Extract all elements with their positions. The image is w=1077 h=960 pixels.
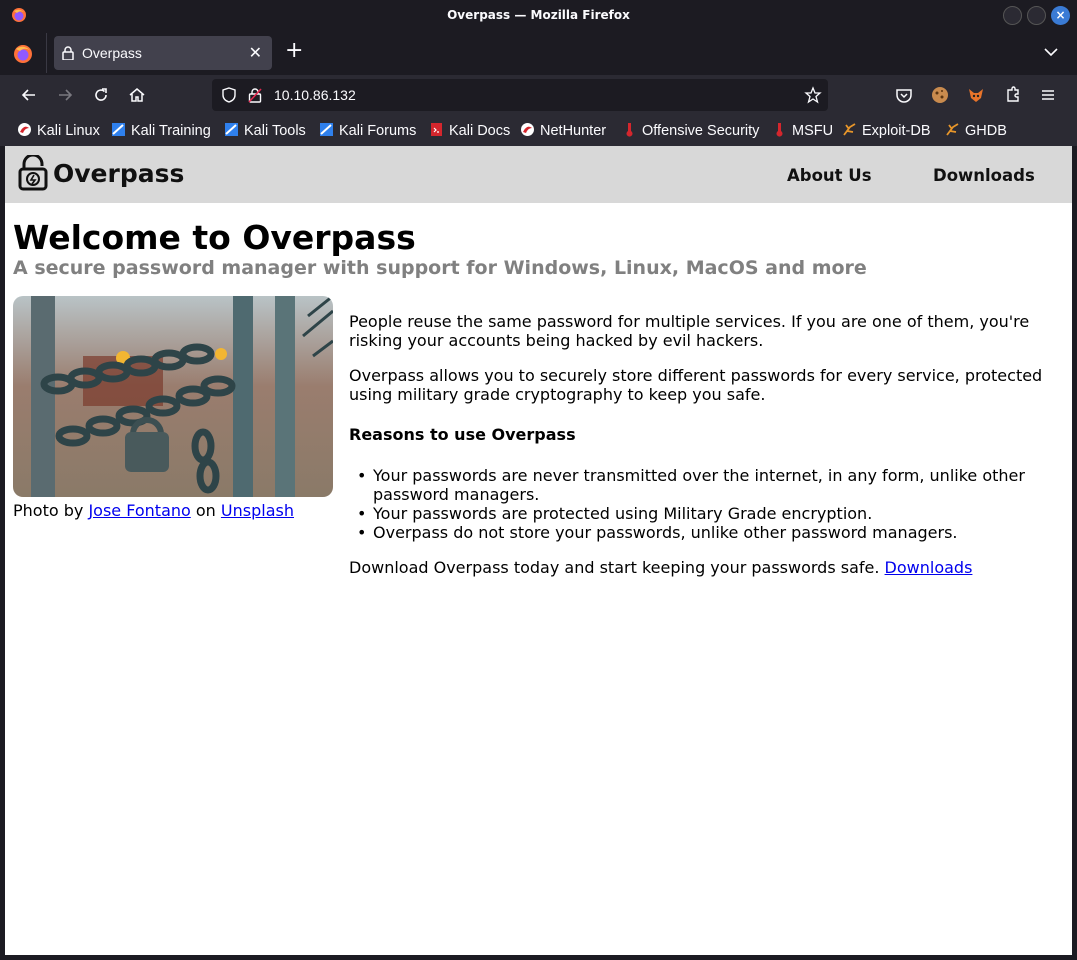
site-brand[interactable]: Overpass [53,159,184,188]
bookmark-exploit-db[interactable]: Exploit-DB [842,122,931,140]
bookmark-label: NetHunter [540,123,607,139]
back-icon[interactable] [19,85,39,105]
bookmark-label: Offensive Security [642,123,760,139]
bookmark-label: Exploit-DB [862,123,931,139]
window-titlebar: Overpass — Mozilla Firefox × [0,0,1077,31]
tab-separator [46,33,47,73]
close-tab-icon[interactable]: ✕ [249,43,262,62]
lock-icon [62,46,74,60]
bookmark-kali-training[interactable]: Kali Training [111,122,211,140]
kali-forums-icon [320,123,333,136]
exploit-db-icon [843,123,856,136]
kali-training-icon [112,123,125,136]
pocket-icon[interactable] [894,85,914,105]
list-item: Your passwords are protected using Milit… [349,504,1059,523]
bookmark-label: Kali Forums [339,123,417,139]
reasons-heading: Reasons to use Overpass [349,425,576,444]
bookmark-nethunter[interactable]: NetHunter [520,122,606,140]
photographer-link[interactable]: Jose Fontano [88,501,190,520]
kali-tools-icon [225,123,238,136]
minimize-button[interactable] [1003,6,1022,25]
bookmark-offensive-security[interactable]: Offensive Security [622,122,759,140]
close-window-button[interactable]: × [1051,6,1070,25]
tab-strip: Overpass ✕ + [0,31,1077,75]
bookmark-msfu[interactable]: MSFU [772,122,833,140]
bookmark-label: MSFU [792,123,834,139]
bookmarks-toolbar: Kali Linux Kali Training Kali Tools Kali… [0,115,1077,146]
url-text[interactable]: 10.10.86.132 [274,87,356,103]
bookmark-kali-docs[interactable]: Kali Docs [429,122,510,140]
nethunter-icon [521,123,534,136]
bookmark-label: Kali Tools [244,123,306,139]
bookmark-kali-linux[interactable]: Kali Linux [17,122,100,140]
shield-icon[interactable] [220,86,238,104]
nav-downloads[interactable]: Downloads [933,166,1035,185]
reasons-list: Your passwords are never transmitted ove… [349,466,1059,542]
caption-middle: on [195,501,216,520]
chevron-down-icon[interactable] [1043,44,1059,60]
chained-gate-photo [13,296,333,497]
tab-overpass[interactable]: Overpass ✕ [54,36,272,70]
url-bar[interactable]: 10.10.86.132 [212,79,828,111]
forward-icon[interactable] [55,85,75,105]
bookmark-kali-tools[interactable]: Kali Tools [224,122,306,140]
site-header: Overpass About Us Downloads [5,146,1072,203]
page-title: Welcome to Overpass [13,218,416,257]
list-item: Overpass do not store your passwords, un… [349,523,1059,542]
download-paragraph: Download Overpass today and start keepin… [349,558,1059,577]
unsplash-link[interactable]: Unsplash [221,501,294,520]
extensions-icon[interactable] [1003,85,1023,105]
maximize-button[interactable] [1027,6,1046,25]
bookmark-star-icon[interactable] [804,86,822,104]
bookmark-label: Kali Training [131,123,211,139]
nav-about-us[interactable]: About Us [787,166,872,185]
foxyproxy-icon[interactable] [966,85,986,105]
photo-caption: Photo by Jose Fontano on Unsplash [13,501,294,520]
reload-icon[interactable] [91,85,111,105]
kali-docs-icon [431,123,442,136]
bookmark-label: Kali Docs [449,123,511,139]
bookmark-kali-forums[interactable]: Kali Forums [319,122,416,140]
padlock-logo-icon [18,155,48,191]
insecure-lock-icon[interactable] [248,87,262,103]
cookie-extension-icon[interactable] [930,85,950,105]
intro-paragraph: People reuse the same password for multi… [349,312,1030,350]
bookmark-label: Kali Linux [37,123,100,139]
menu-icon[interactable] [1038,85,1058,105]
list-item: Your passwords are never transmitted ove… [349,466,1059,504]
page-content: Overpass About Us Downloads Welcome to O… [5,146,1072,955]
offsec-icon [626,123,633,137]
tab-title: Overpass [82,45,142,61]
page-subtitle: A secure password manager with support f… [13,257,867,279]
nav-toolbar: 10.10.86.132 [0,75,1077,115]
firefox-view-icon[interactable] [12,43,34,65]
msfu-icon [776,123,783,137]
window-title: Overpass — Mozilla Firefox [447,8,630,22]
new-tab-button[interactable]: + [285,40,303,62]
caption-prefix: Photo by [13,501,84,520]
bookmark-label: GHDB [965,123,1007,139]
ghdb-icon [946,123,959,136]
home-icon[interactable] [127,85,147,105]
download-text: Download Overpass today and start keepin… [349,558,880,577]
bookmark-ghdb[interactable]: GHDB [945,122,1007,140]
kali-dragon-icon [18,123,31,136]
downloads-link[interactable]: Downloads [885,558,973,577]
feature-paragraph: Overpass allows you to securely store di… [349,366,1043,404]
